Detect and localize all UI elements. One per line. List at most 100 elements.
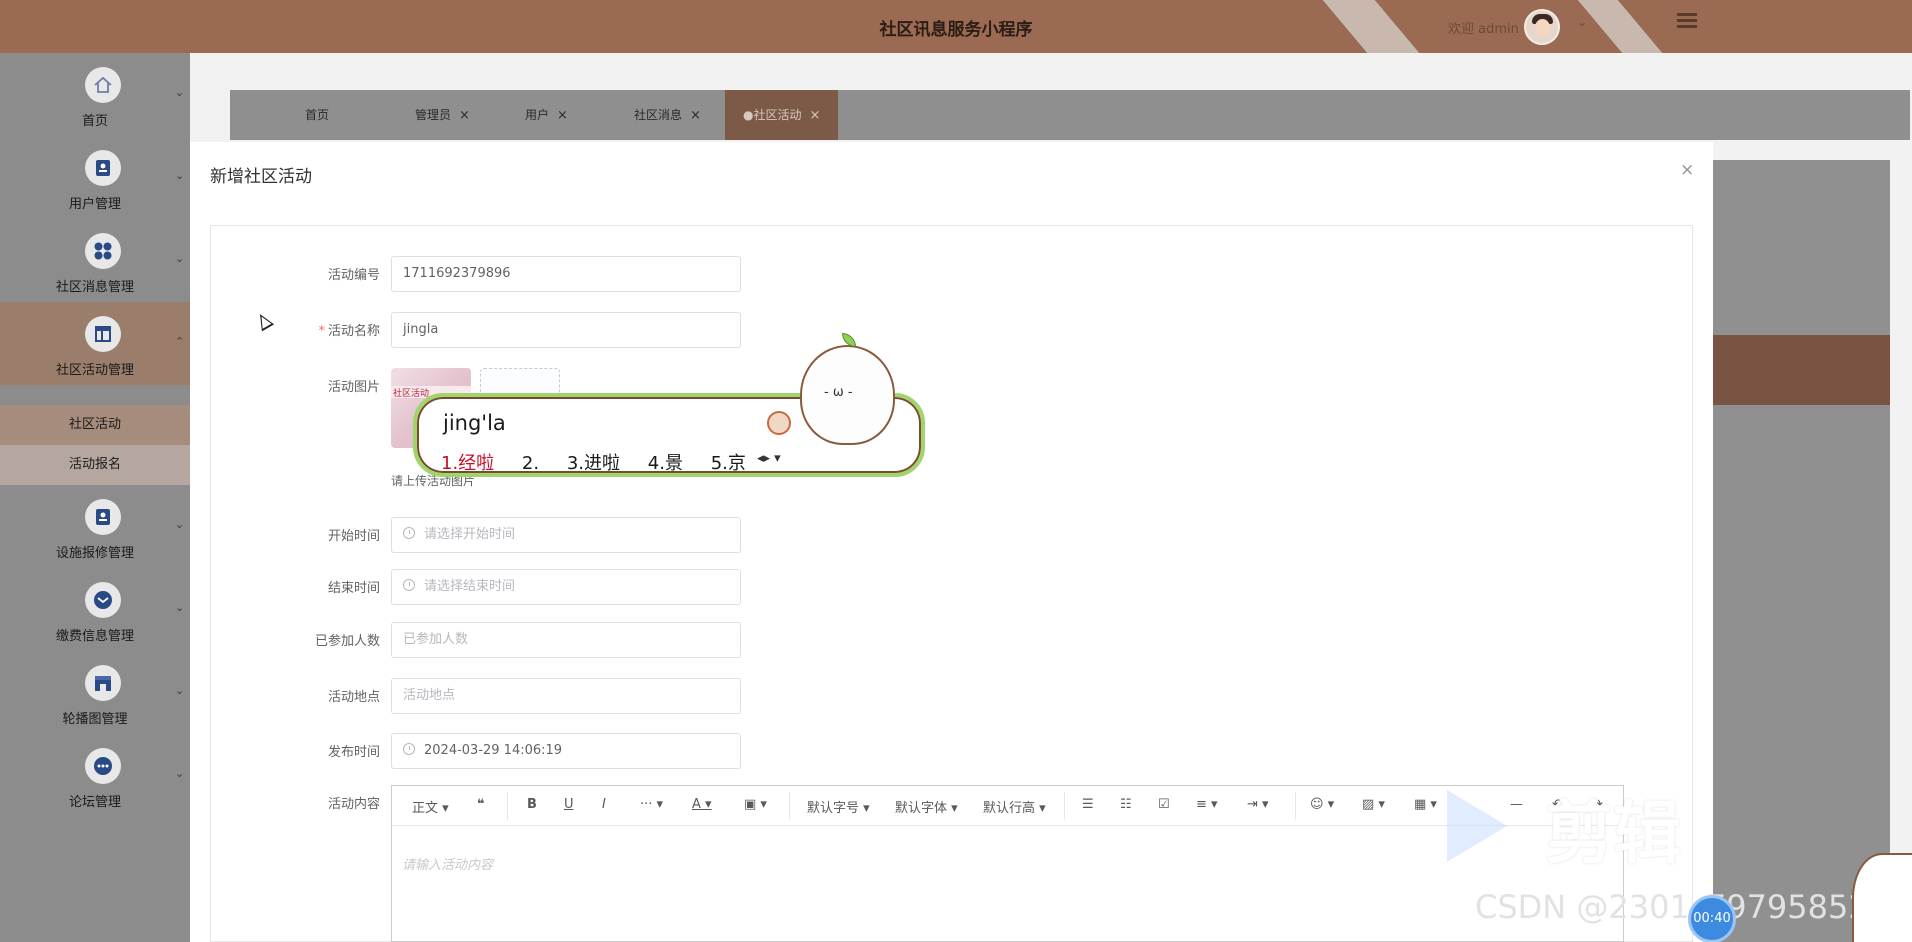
sidebar-subitem-activities[interactable]: 社区活动 <box>0 405 190 445</box>
close-icon[interactable]: × <box>690 108 701 123</box>
ime-composition-text: jing'la <box>443 411 506 435</box>
thumbnail-text: 社区活动 <box>393 389 430 399</box>
tab-activities[interactable]: ●社区活动 × <box>725 90 839 140</box>
close-icon[interactable]: × <box>557 108 568 123</box>
close-icon[interactable]: × <box>809 108 820 123</box>
joined-count-input[interactable]: 已参加人数 <box>391 622 741 658</box>
sidebar-item-news[interactable]: 社区消息管理 ⌄ <box>0 219 190 302</box>
publish-time-label: 发布时间 <box>327 745 380 760</box>
tab-admin[interactable]: 管理员 × <box>415 90 470 140</box>
user-icon <box>85 150 121 186</box>
ime-candidate[interactable]: 1.经啦 <box>441 453 494 474</box>
indent-icon[interactable]: ⇥ ▾ <box>1247 797 1269 812</box>
ime-candidate[interactable]: 2. <box>522 453 539 474</box>
underline-icon[interactable]: U <box>564 797 574 812</box>
table-icon[interactable]: ▦ ▾ <box>1414 797 1437 812</box>
tab-bar: 首页 管理员 × 用户 × 社区消息 × ●社区活动 × <box>230 90 1910 140</box>
editor-toolbar: 正文 ▾ ❝ B U I ··· ▾ A ▾ ▣ ▾ 默认字号 ▾ 默认字体 ▾… <box>392 786 1623 826</box>
ime-mascot-sticker: - ω - <box>800 333 895 445</box>
avatar-face <box>1535 19 1550 36</box>
ime-candidate[interactable]: 5.京 <box>711 453 746 474</box>
bg-color-icon[interactable]: ▣ ▾ <box>744 797 767 812</box>
grid-icon <box>85 233 121 269</box>
start-time-picker[interactable]: 请选择开始时间 <box>391 517 741 553</box>
font-color-icon[interactable]: A ▾ <box>692 797 712 812</box>
font-size-label: 默认字号 <box>807 801 860 816</box>
sidebar-item-carousel[interactable]: 轮播图管理 ⌄ <box>0 651 190 734</box>
sidebar-item-label: 用户管理 <box>68 197 121 212</box>
sidebar-item-home[interactable]: 首页 ⌄ <box>0 53 190 136</box>
chevron-down-icon: ⌄ <box>175 518 185 531</box>
sidebar-item-activities[interactable]: 社区活动管理 ⌃ <box>0 302 190 385</box>
font-family-dropdown[interactable]: 默认字体 ▾ <box>895 797 958 816</box>
required-mark: * <box>318 324 325 339</box>
italic-icon[interactable]: I <box>602 797 606 812</box>
divider-icon[interactable]: — <box>1510 797 1523 812</box>
numbered-list-icon[interactable]: ☷ <box>1120 797 1132 812</box>
ime-page-arrows-icon[interactable]: ◂▸ ▾ <box>757 451 781 466</box>
sidebar-item-users[interactable]: 用户管理 ⌄ <box>0 136 190 219</box>
bullet-list-icon[interactable]: ☰ <box>1082 797 1094 812</box>
tab-news[interactable]: 社区消息 × <box>634 90 701 140</box>
image-icon[interactable]: ▨ ▾ <box>1362 797 1385 812</box>
layout-icon <box>85 316 121 352</box>
ime-skin-icon[interactable] <box>767 411 791 435</box>
rich-text-editor[interactable]: 正文 ▾ ❝ B U I ··· ▾ A ▾ ▣ ▾ 默认字号 ▾ 默认字体 ▾… <box>391 785 1624 942</box>
start-time-placeholder: 请选择开始时间 <box>424 527 516 542</box>
tab-home[interactable]: 首页 <box>305 90 329 140</box>
close-icon[interactable]: × <box>459 108 470 123</box>
end-time-label: 结束时间 <box>327 581 380 596</box>
publish-time-value: 2024-03-29 14:06:19 <box>424 743 563 758</box>
activity-code-input[interactable]: 1711692379896 <box>391 256 741 292</box>
bold-icon[interactable]: B <box>527 797 537 812</box>
sidebar-item-label: 社区消息管理 <box>55 280 134 295</box>
more-icon[interactable]: ··· ▾ <box>640 797 663 812</box>
tab-users[interactable]: 用户 × <box>525 90 568 140</box>
dialog-title: 新增社区活动 <box>210 167 312 187</box>
sidebar-item-label: 社区活动管理 <box>55 363 134 378</box>
sidebar-subitem-signups[interactable]: 活动报名 <box>0 445 190 485</box>
activity-image-label: 活动图片 <box>327 380 380 395</box>
font-size-dropdown[interactable]: 默认字号 ▾ <box>807 797 870 816</box>
sidebar-item-payments[interactable]: 缴费信息管理 ⌄ <box>0 568 190 651</box>
sidebar-item-repairs[interactable]: 设施报修管理 ⌄ <box>0 485 190 568</box>
line-height-dropdown[interactable]: 默认行高 ▾ <box>983 797 1046 816</box>
tab-label: 社区消息 <box>634 108 683 122</box>
chat-icon <box>85 748 121 784</box>
sidebar-item-label: 缴费信息管理 <box>55 629 134 644</box>
paragraph-dropdown[interactable]: 正文 ▾ <box>412 797 449 816</box>
ime-candidate-list: 1.经啦 2. 3.进啦 4.景 5.京 <box>441 449 768 475</box>
emoji-icon[interactable]: ☺ ▾ <box>1310 797 1334 812</box>
activity-name-label-text: 活动名称 <box>327 324 380 339</box>
align-icon[interactable]: ≡ ▾ <box>1196 797 1218 812</box>
background-table-header <box>1700 335 1890 405</box>
publish-time-picker[interactable]: 2024-03-29 14:06:19 <box>391 733 741 769</box>
tab-label: ●社区活动 <box>743 108 802 122</box>
hamburger-menu-icon[interactable] <box>1677 13 1697 29</box>
avatar[interactable] <box>1524 9 1560 45</box>
activity-content-label: 活动内容 <box>327 797 380 812</box>
activity-place-input[interactable]: 活动地点 <box>391 678 741 714</box>
chevron-down-icon[interactable]: ⌄ <box>1577 15 1587 29</box>
tab-label: 管理员 <box>415 108 452 122</box>
activity-name-input[interactable]: jingla <box>391 312 741 348</box>
store-icon <box>85 665 121 701</box>
sidebar-item-label: 论坛管理 <box>68 795 121 810</box>
recording-timer: 00:40 <box>1688 895 1736 942</box>
toolbar-divider <box>789 792 790 820</box>
todo-icon[interactable]: ☑ <box>1158 797 1170 812</box>
clock-icon <box>403 743 415 755</box>
sidebar-item-forum[interactable]: 论坛管理 ⌄ <box>0 734 190 817</box>
tab-label: 用户 <box>525 108 550 122</box>
close-icon[interactable]: × <box>1680 160 1694 180</box>
end-time-picker[interactable]: 请选择结束时间 <box>391 569 741 605</box>
ime-candidate[interactable]: 4.景 <box>648 453 683 474</box>
sidebar-item-label: 轮播图管理 <box>62 712 128 727</box>
paragraph-label: 正文 <box>412 801 439 816</box>
video-watermark: 剪辑 <box>1545 795 1682 874</box>
ime-candidate[interactable]: 3.进啦 <box>567 453 620 474</box>
line-height-label: 默认行高 <box>983 801 1036 816</box>
top-header: 社区讯息服务小程序 欢迎 admin ⌄ <box>0 0 1912 53</box>
quote-icon[interactable]: ❝ <box>477 797 485 812</box>
clock-icon <box>403 527 415 539</box>
